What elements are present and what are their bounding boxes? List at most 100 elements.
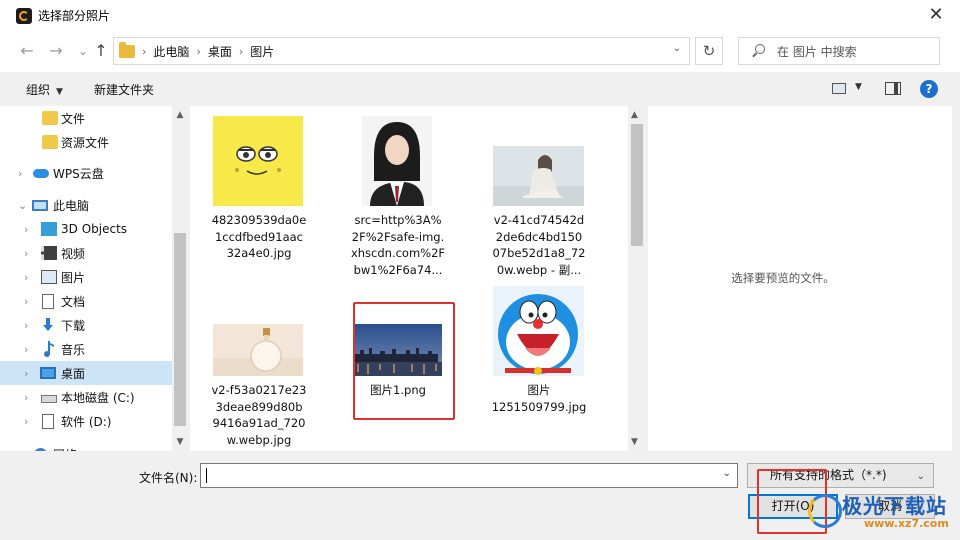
text-caret (206, 468, 207, 483)
help-icon[interactable]: ? (920, 80, 938, 98)
sidebar-item-music[interactable]: › 音乐 (0, 337, 172, 361)
file-name-line: 3deae899d80b (215, 399, 303, 414)
image-thumbnail (362, 116, 432, 206)
sidebar-item-label: 软件 (D:) (61, 414, 112, 429)
sidebar-item-resources[interactable]: 资源文件 (0, 130, 172, 154)
up-arrow-icon[interactable]: ↑ (91, 41, 111, 61)
sidebar-item-drive-d[interactable]: › 软件 (D:) (0, 409, 172, 433)
cloud-icon (33, 169, 49, 178)
caret-down-icon: ▼ (56, 87, 63, 97)
chevron-down-icon[interactable]: ⌄ (723, 468, 731, 479)
sidebar-item-pictures[interactable]: › 图片 (0, 265, 172, 289)
computer-icon (32, 199, 48, 211)
sidebar-item-network[interactable]: › 网络 (0, 442, 172, 451)
back-arrow-icon[interactable]: ← (17, 41, 37, 61)
sidebar-item-label: 此电脑 (53, 198, 90, 213)
chevron-right-icon[interactable]: › (18, 167, 22, 180)
sidebar-item-files[interactable]: 文件 (0, 106, 172, 130)
download-icon (43, 318, 53, 331)
sidebar-item-documents[interactable]: › 文档 (0, 289, 172, 313)
filename-input[interactable]: ⌄ (200, 463, 738, 488)
file-list-scrollbar-thumb[interactable] (631, 124, 643, 246)
sidebar-item-3d-objects[interactable]: › 3D Objects (0, 217, 172, 241)
sidebar-item-label: 文件 (61, 111, 86, 126)
sidebar-item-label: WPS云盘 (53, 166, 104, 181)
folder-icon (119, 41, 135, 58)
search-placeholder: 在 图片 中搜索 (777, 44, 857, 59)
scroll-up-icon[interactable]: ▲ (174, 110, 186, 120)
chevron-right-icon: › (196, 44, 201, 58)
file-item[interactable]: src=http%3A% 2F%2Fsafe-img. xhscdn.com%2… (338, 116, 458, 277)
recent-locations-chevron-icon[interactable]: ⌄ (73, 41, 93, 61)
address-bar[interactable]: › 此电脑 › 桌面 › 图片 ⌄ (113, 37, 690, 65)
sidebar-item-label: 视频 (61, 246, 86, 261)
file-item[interactable]: 482309539da0e 1ccdfbed91aac 32a4e0.jpg (199, 116, 319, 276)
sidebar-item-wps-cloud[interactable]: › WPS云盘 (0, 161, 172, 185)
chevron-right-icon[interactable]: › (24, 295, 28, 308)
image-thumbnail (493, 146, 584, 206)
file-name-line: src=http%3A% (354, 213, 442, 227)
image-thumbnail (493, 286, 584, 376)
chevron-right-icon[interactable]: › (24, 343, 28, 356)
preview-pane-icon[interactable] (885, 82, 901, 95)
chevron-right-icon[interactable]: › (24, 319, 28, 332)
sidebar-item-this-pc[interactable]: ⌄ 此电脑 (0, 193, 172, 217)
file-item[interactable]: 图片 1251509799.jpg (479, 286, 599, 446)
file-item[interactable]: v2-f53a0217e23 3deae899d80b 9416a91ad_72… (199, 286, 319, 447)
forward-arrow-icon[interactable]: → (46, 41, 66, 61)
change-view-icon[interactable] (832, 83, 846, 94)
chevron-right-icon[interactable]: › (24, 247, 28, 260)
caret-down-icon[interactable]: ▼ (855, 82, 862, 92)
refresh-icon[interactable]: ↻ (695, 37, 723, 65)
breadcrumb-pictures[interactable]: 图片 (250, 43, 274, 60)
file-name-line: 9416a91ad_720 (212, 416, 306, 430)
file-name-line: 482309539da0e (211, 213, 307, 227)
app-logo-icon (16, 7, 32, 24)
video-icon (41, 246, 57, 260)
file-name-line: 1ccdfbed91aac (214, 229, 304, 244)
scroll-down-icon[interactable]: ▼ (631, 437, 638, 447)
chevron-right-icon[interactable]: › (24, 415, 28, 428)
search-box[interactable]: 在 图片 中搜索 (738, 37, 940, 65)
organize-label: 组织 (26, 83, 51, 97)
site-watermark: 极光下载站 www.xz7.com (808, 490, 958, 538)
3d-objects-icon (41, 222, 57, 236)
file-name-line: 32a4e0.jpg (226, 246, 292, 260)
close-icon[interactable]: ✕ (926, 5, 946, 25)
search-icon (751, 44, 765, 58)
breadcrumb-this-pc[interactable]: 此电脑 (153, 43, 189, 60)
sidebar-item-videos[interactable]: › 视频 (0, 241, 172, 265)
sidebar-item-drive-c[interactable]: › 本地磁盘 (C:) (0, 385, 172, 409)
file-name-line: v2-f53a0217e23 (211, 383, 307, 397)
command-bar: 组织 ▼ 新建文件夹 ▼ ? (0, 72, 960, 106)
scroll-down-icon[interactable]: ▼ (174, 437, 186, 447)
chevron-down-icon[interactable]: ⌄ (18, 199, 27, 212)
watermark-logo-icon (808, 494, 842, 528)
sidebar-item-downloads[interactable]: › 下载 (0, 313, 172, 337)
sidebar-item-label: 资源文件 (61, 135, 110, 150)
chevron-right-icon[interactable]: › (24, 367, 28, 380)
image-thumbnail (213, 116, 303, 206)
chevron-down-icon[interactable]: ⌄ (673, 43, 681, 54)
chevron-down-icon: ⌄ (916, 471, 925, 482)
watermark-url: www.xz7.com (864, 517, 949, 530)
organize-button[interactable]: 组织 ▼ (26, 81, 63, 98)
navigation-pane: 文件 资源文件 › WPS云盘 ⌄ 此电脑 › 3D Objects › 视频 … (0, 106, 188, 451)
chevron-right-icon[interactable]: › (24, 223, 28, 236)
chevron-right-icon[interactable]: › (24, 391, 28, 404)
drive-icon (41, 394, 57, 403)
file-name-line: bw1%2F6a74... (353, 262, 443, 277)
selection-annotation-box (353, 302, 455, 420)
sidebar-item-label: 图片 (61, 270, 86, 285)
scroll-up-icon[interactable]: ▲ (631, 110, 638, 120)
folder-icon (42, 135, 58, 149)
sidebar-item-desktop[interactable]: › 桌面 (0, 361, 172, 385)
sidebar-item-label: 桌面 (61, 366, 86, 381)
sidebar-scrollbar-thumb[interactable] (174, 233, 186, 426)
new-folder-button[interactable]: 新建文件夹 (94, 81, 154, 98)
chevron-right-icon[interactable]: › (24, 271, 28, 284)
sidebar-item-label: 3D Objects (61, 222, 128, 236)
preview-pane: 选择要预览的文件。 (648, 106, 952, 451)
file-item[interactable]: v2-41cd74542d 2de6dc4bd150 07be52d1a8_72… (479, 116, 599, 277)
breadcrumb-desktop[interactable]: 桌面 (208, 43, 232, 60)
